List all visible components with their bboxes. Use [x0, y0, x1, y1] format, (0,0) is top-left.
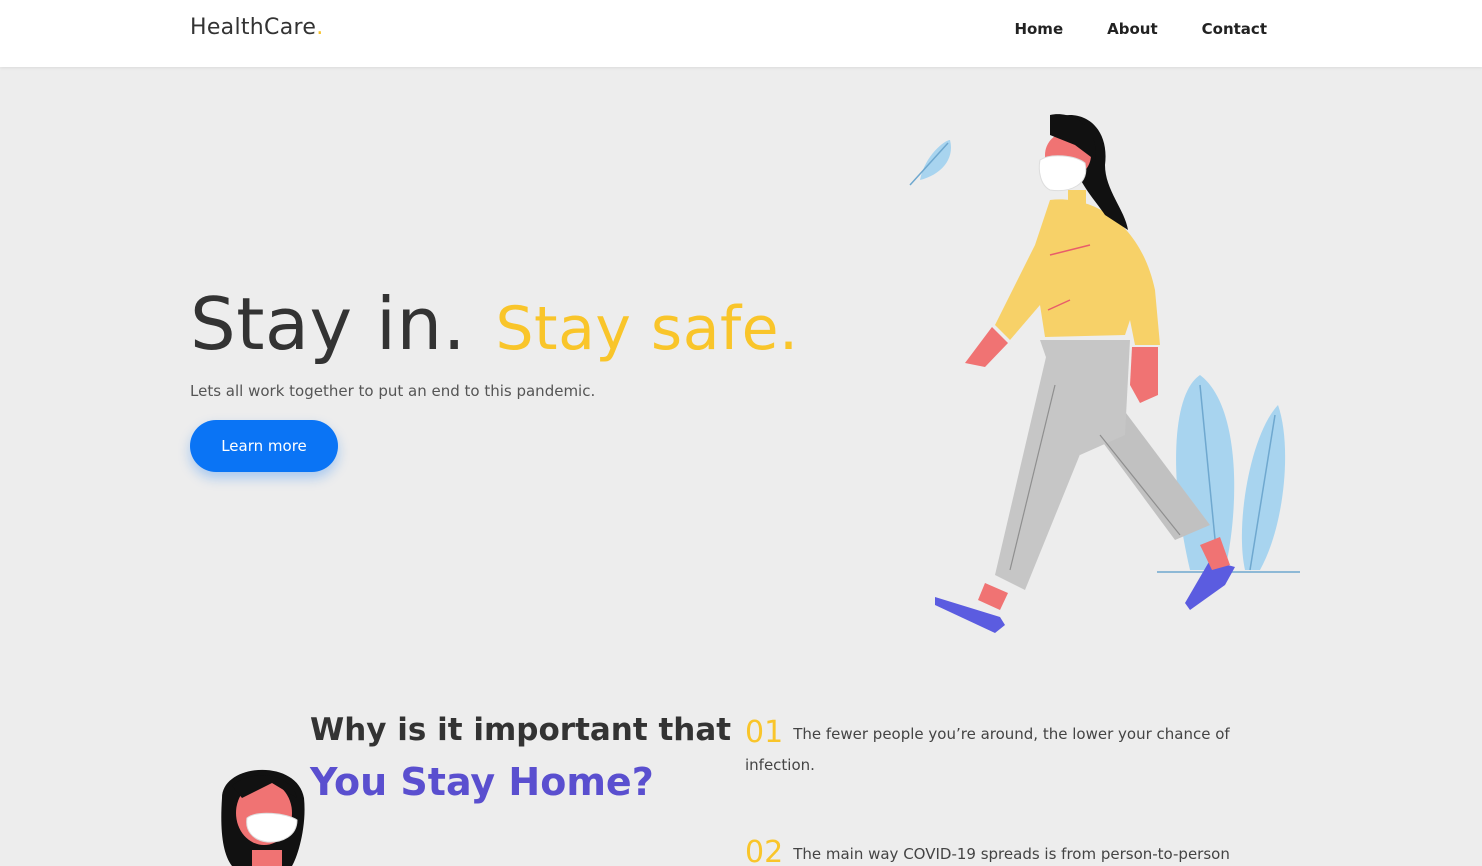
- hero-title: Stay in. Stay safe.: [190, 282, 799, 366]
- learn-more-button[interactable]: Learn more: [190, 420, 338, 472]
- reason-item: 01 The fewer people you’re around, the lo…: [745, 715, 1265, 780]
- hero-subtitle: Lets all work together to put an end to …: [190, 382, 596, 400]
- nav-links: Home About Contact: [1014, 20, 1267, 38]
- brand-logo[interactable]: HealthCare.: [190, 15, 323, 40]
- reason-text: The main way COVID-19 spreads is from pe…: [793, 845, 1230, 863]
- nav-link-contact[interactable]: Contact: [1202, 20, 1267, 38]
- masked-person-illustration: [221, 769, 305, 866]
- navbar: HealthCare. Home About Contact: [0, 0, 1482, 67]
- hero-title-main: Stay in.: [190, 282, 467, 366]
- reason-item: 02 The main way COVID-19 spreads is from …: [745, 835, 1265, 866]
- reason-number: 02: [745, 835, 784, 866]
- brand-dot: .: [316, 15, 324, 40]
- reason-text: The fewer people you’re around, the lowe…: [745, 725, 1230, 774]
- why-title: Why is it important that: [310, 712, 732, 748]
- plant-icon: [1157, 375, 1300, 573]
- hero-title-accent: Stay safe.: [495, 294, 799, 364]
- nav-link-home[interactable]: Home: [1014, 20, 1063, 38]
- why-title-accent: You Stay Home?: [310, 760, 654, 804]
- nav-link-about[interactable]: About: [1107, 20, 1158, 38]
- feather-leaf-icon: [909, 140, 951, 186]
- reason-number: 01: [745, 715, 784, 750]
- brand-name: HealthCare: [190, 15, 317, 40]
- walking-woman-illustration: [909, 114, 1300, 633]
